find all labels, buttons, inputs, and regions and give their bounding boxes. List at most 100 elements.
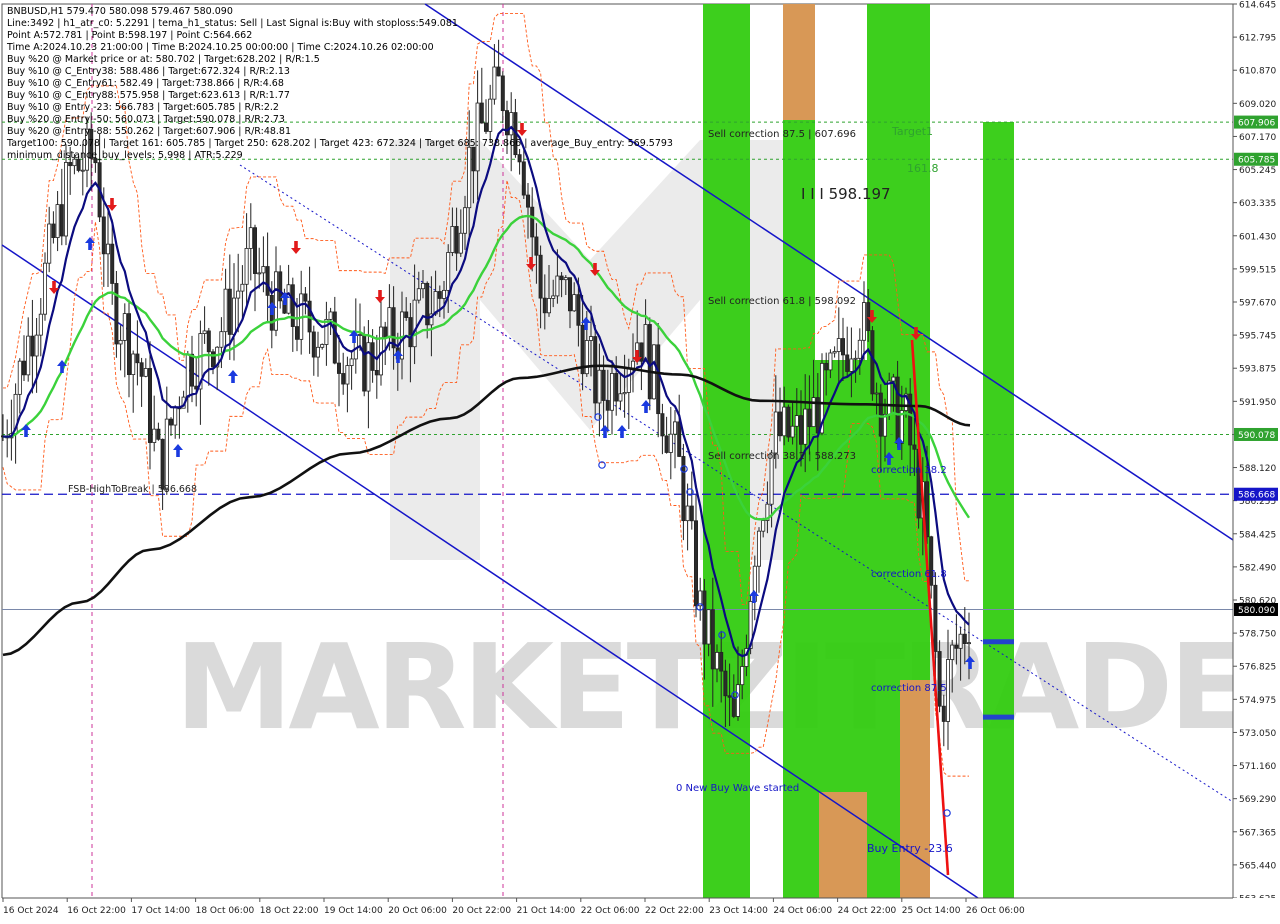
candle-body	[967, 642, 972, 645]
candle-body	[715, 651, 720, 670]
candle-body	[538, 254, 543, 299]
candle-body	[462, 207, 467, 234]
price-tick-label: 610.870	[1239, 67, 1276, 77]
candle-body	[441, 289, 446, 299]
candle-body	[374, 370, 379, 376]
candle-body	[660, 413, 665, 437]
candle-body	[135, 353, 140, 364]
candle-body	[38, 313, 43, 336]
candle-body	[189, 353, 194, 387]
time-tick-label: 22 Oct 22:00	[645, 906, 704, 916]
price-badge-label: 607.906	[1238, 119, 1275, 129]
price-tick-label: 582.490	[1239, 563, 1276, 573]
price-tick-label: 593.875	[1239, 365, 1276, 375]
orange-zone	[783, 4, 815, 120]
candle-body	[471, 146, 476, 172]
candle-body	[168, 418, 173, 426]
candle-body	[954, 644, 959, 649]
candle-body	[941, 705, 946, 722]
candle-body	[593, 336, 598, 404]
candle-body	[160, 438, 165, 490]
candle-body	[378, 326, 383, 376]
candle-body	[689, 505, 694, 522]
candle-body	[479, 102, 484, 124]
candle-body	[958, 633, 963, 649]
candle-body	[437, 291, 442, 299]
candle-body	[807, 408, 812, 428]
candle-body	[521, 161, 526, 196]
price-tick-label: 588.120	[1239, 464, 1276, 474]
candle-body	[799, 415, 804, 445]
candle-body	[778, 411, 783, 437]
candle-body	[404, 311, 409, 318]
candle-body	[156, 428, 161, 440]
info-line: Point A:572.781 | Point B:598.197 | Poin…	[7, 30, 252, 41]
price-tick-label: 603.335	[1239, 199, 1276, 209]
time-tick-label: 21 Oct 14:00	[517, 906, 576, 916]
time-tick-label: 24 Oct 06:00	[773, 906, 832, 916]
candle-body	[551, 295, 556, 299]
candle-body	[324, 318, 329, 345]
candle-body	[589, 336, 594, 341]
candle-body	[328, 311, 333, 320]
price-badge-label: 580.090	[1238, 606, 1275, 616]
candle-body	[647, 324, 652, 400]
candle-body	[622, 392, 627, 395]
candle-body	[824, 362, 829, 371]
candle-body	[202, 330, 207, 334]
candle-body	[933, 584, 938, 652]
candle-body	[420, 282, 425, 290]
candle-body	[185, 353, 190, 398]
candle-body	[950, 644, 955, 660]
candle-body	[685, 505, 690, 522]
info-line: Buy %10 @ C_Entry88: 575.958 | Target:62…	[7, 90, 290, 101]
candle-body	[870, 330, 875, 395]
candle-body	[248, 227, 253, 249]
annotation-point-b: I I I 598.197	[801, 185, 891, 203]
candle-body	[223, 288, 228, 333]
time-tick-label: 16 Oct 2024	[3, 906, 59, 916]
candle-body	[736, 684, 741, 717]
candle-body	[303, 293, 308, 302]
candle-body	[517, 154, 522, 163]
price-tick-label: 569.290	[1239, 795, 1276, 805]
price-tick-label: 565.440	[1239, 861, 1276, 871]
candle-body	[147, 368, 152, 443]
annotation-buy-entry: Buy Entry -23.6	[867, 842, 953, 855]
price-chart[interactable]: MARKETZITRADESell correction 87.5 | 607.…	[0, 0, 1280, 920]
annotation-fib-1618: 161.8	[907, 162, 939, 175]
candle-body	[399, 311, 404, 360]
candle-body	[106, 243, 111, 255]
candle-body	[450, 226, 455, 253]
time-tick-label: 22 Oct 06:00	[581, 906, 640, 916]
green-zone	[983, 122, 1014, 898]
candle	[362, 326, 367, 397]
candle-body	[336, 362, 341, 374]
candle-body	[17, 360, 22, 395]
price-badge-label: 605.785	[1238, 156, 1275, 166]
candle-body	[68, 162, 73, 167]
candle-body	[891, 376, 896, 382]
candle-body	[59, 204, 64, 237]
annotation-correction-875: correction 87.5	[871, 683, 947, 694]
candle-body	[673, 421, 678, 435]
price-axis: 614.645 612.795 610.870 609.020 607.170 605.2…	[1232, 0, 1280, 920]
price-badge: 590.078	[1234, 427, 1278, 441]
candle-body	[727, 695, 732, 698]
candle-body	[853, 357, 858, 360]
candle-body	[547, 298, 552, 314]
candle-body	[773, 411, 778, 454]
candle-body	[332, 311, 337, 364]
candle-body	[794, 415, 799, 427]
candle-body	[841, 338, 846, 356]
price-tick-label: 599.515	[1239, 265, 1276, 275]
annotation-target1: Target1	[891, 125, 933, 138]
time-tick-label: 16 Oct 22:00	[67, 906, 126, 916]
candle-body	[458, 232, 463, 254]
candle-body	[677, 421, 682, 457]
candle-body	[631, 360, 636, 369]
candle-body	[34, 334, 39, 357]
candle-body	[257, 272, 262, 275]
candle-body	[912, 444, 917, 450]
time-tick-label: 18 Oct 06:00	[196, 906, 255, 916]
